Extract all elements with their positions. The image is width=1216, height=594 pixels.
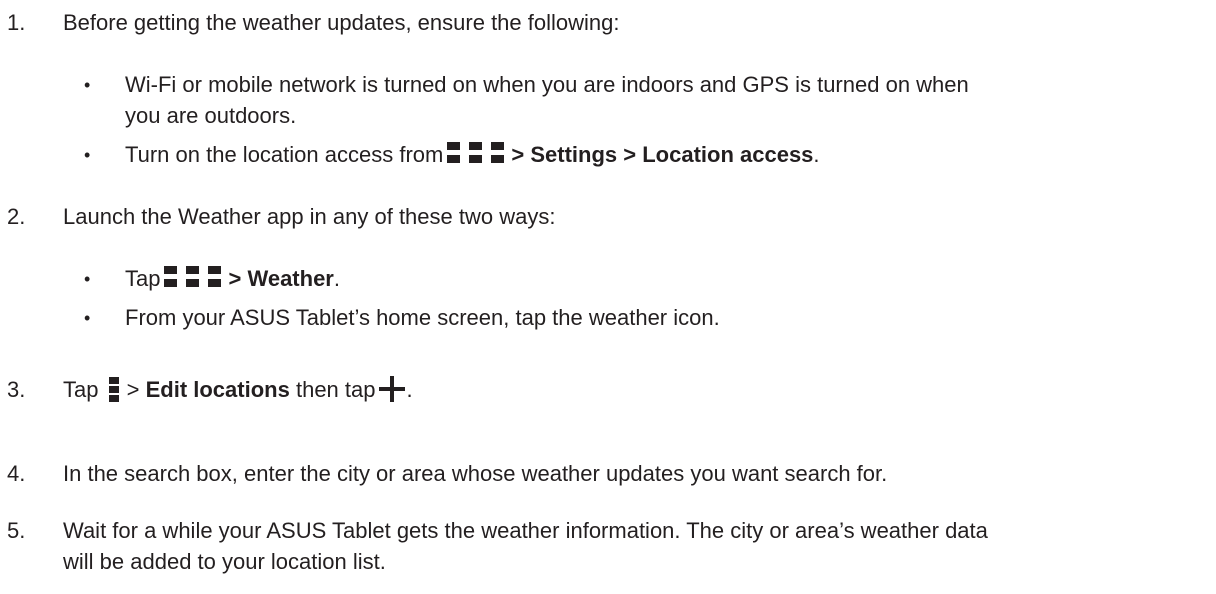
step-number: 1. <box>7 10 26 35</box>
bullet-text: Turn on the location access from > Settin… <box>125 140 1185 170</box>
bullet-suffix: . <box>333 266 340 291</box>
step-middle: then tap <box>295 377 376 402</box>
step-number: 2. <box>7 204 26 229</box>
plus-icon <box>379 376 406 402</box>
separator: > <box>511 142 525 167</box>
separator: > <box>126 377 140 402</box>
bullet-text: From your ASUS Tablet’s home screen, tap… <box>125 305 720 330</box>
location-access-label: Location access <box>642 142 814 167</box>
step-text: Tap > Edit locations then tap. <box>63 375 1183 405</box>
bullet-dot: • <box>84 75 91 95</box>
all-apps-grid-icon <box>447 142 507 164</box>
step-prefix: Tap <box>63 377 99 402</box>
separator: > <box>623 142 637 167</box>
step-text: In the search box, enter the city or are… <box>63 461 888 486</box>
step-number: 5. <box>7 518 26 543</box>
menu-icon <box>108 377 121 403</box>
step-text-line-1: Wait for a while your ASUS Tablet gets t… <box>63 518 988 543</box>
bullet-dot: • <box>84 308 91 328</box>
bullet-text-line-1: Wi-Fi or mobile network is turned on whe… <box>125 72 969 97</box>
step-text: Launch the Weather app in any of these t… <box>63 204 556 229</box>
bullet-text-line-2: you are outdoors. <box>125 103 297 128</box>
step-number: 3. <box>7 377 26 402</box>
bullet-text: Tap > Weather. <box>125 264 1185 294</box>
weather-label: Weather <box>247 266 334 291</box>
all-apps-grid-icon <box>164 266 224 288</box>
step-text: Before getting the weather updates, ensu… <box>63 10 620 35</box>
step-suffix: . <box>406 377 413 402</box>
bullet-dot: • <box>84 145 91 165</box>
bullet-prefix: Turn on the location access from <box>125 142 444 167</box>
bullet-dot: • <box>84 269 91 289</box>
bullet-prefix: Tap <box>125 266 161 291</box>
step-number: 4. <box>7 461 26 486</box>
step-text-line-2: will be added to your location list. <box>63 549 386 574</box>
settings-label: Settings <box>530 142 618 167</box>
edit-locations-label: Edit locations <box>145 377 290 402</box>
separator: > <box>228 266 242 291</box>
bullet-suffix: . <box>813 142 820 167</box>
